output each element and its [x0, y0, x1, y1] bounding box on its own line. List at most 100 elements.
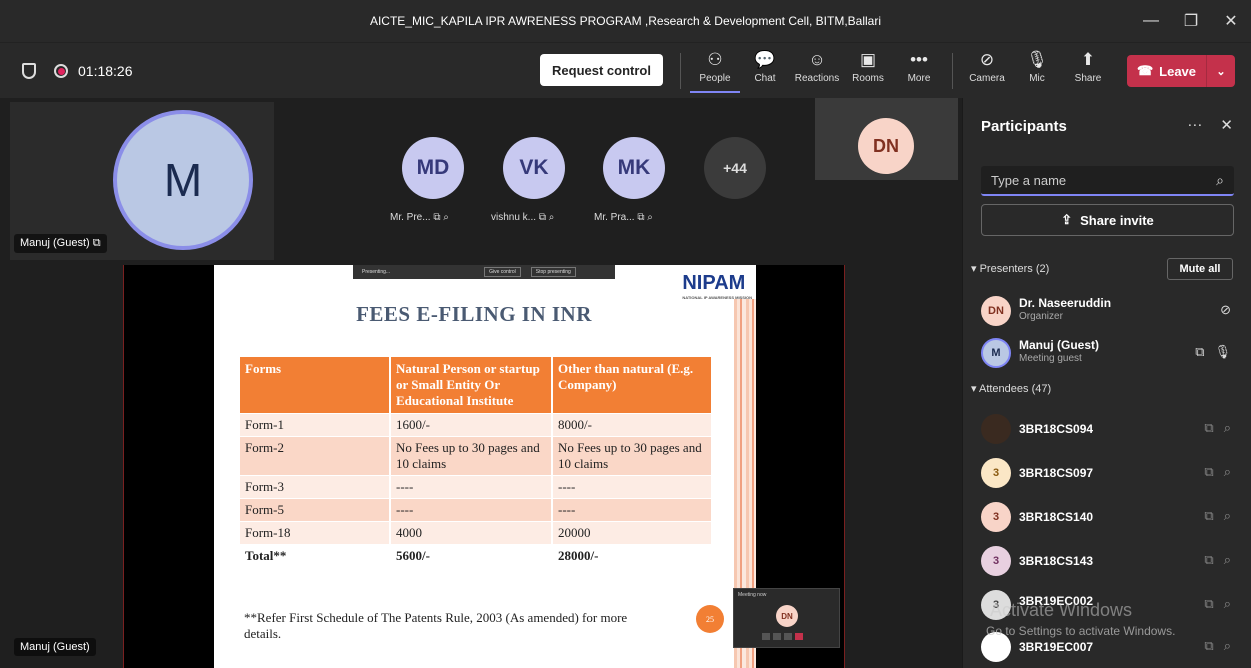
presenting-label: Presenting... — [362, 269, 391, 275]
mic-icon: ⌕ — [548, 212, 555, 223]
more-icon: ••• — [910, 50, 928, 69]
mic-off-icon: ⊘ — [1220, 302, 1231, 317]
request-control-button[interactable]: Request control — [540, 54, 663, 86]
participant-row[interactable]: 3 3BR18CS097 ⧉ ⌕ — [981, 454, 1241, 494]
phone-hangup-icon: ☎ — [1136, 63, 1154, 78]
close-window-button[interactable]: ✕ — [1211, 0, 1251, 42]
meeting-info: 01:18:26 — [22, 43, 133, 99]
avatar: 3 — [981, 458, 1011, 488]
minimize-button[interactable]: — — [1131, 0, 1171, 42]
participant-avatar[interactable]: MD — [402, 137, 464, 199]
recording-icon — [54, 64, 68, 78]
share-icon: ⇪ — [1061, 212, 1073, 227]
self-name-chip: Manuj (Guest) ⧉ — [14, 234, 107, 253]
participant-avatar[interactable]: MK — [603, 137, 665, 199]
reactions-button[interactable]: ☺ Reactions — [792, 49, 842, 93]
participant-row[interactable]: 3 3BR18CS140 ⧉ ⌕ — [981, 498, 1241, 538]
participant-role: Organizer — [1019, 311, 1063, 322]
mini-meeting-label: Meeting now — [738, 592, 767, 598]
panel-title: Participants — [981, 118, 1067, 135]
presenting-bar: Presenting... Give control Stop presenti… — [353, 265, 615, 279]
meeting-toolbar: 01:18:26 Request control ⚇ People 💬 Chat ☺… — [0, 42, 1251, 98]
shield-icon[interactable] — [22, 63, 36, 79]
more-options-icon[interactable]: ··· — [1187, 116, 1202, 134]
mic-icon: ⧉ ⌕ — [1204, 508, 1231, 523]
meeting-timer: 01:18:26 — [78, 63, 133, 79]
avatar: M — [981, 338, 1011, 368]
window-controls: — ❐ ✕ — [1131, 0, 1251, 42]
attendees-section[interactable]: ▾ Attendees (47) — [971, 382, 1051, 395]
mic-icon: ⧉ ⌕ — [1204, 596, 1231, 611]
share-button[interactable]: ⬆ Share — [1063, 49, 1113, 93]
divider — [952, 53, 953, 89]
screen-share-icon: ⧉ — [1195, 344, 1205, 359]
share-invite-button[interactable]: ⇪ Share invite — [981, 204, 1234, 236]
participant-name: Manuj (Guest) — [1019, 338, 1099, 352]
mic-icon: ⌕ — [443, 212, 449, 223]
mini-avatar: DN — [776, 605, 798, 627]
mic-button[interactable]: 🎙 Mic — [1012, 49, 1062, 93]
screen-share-icon: ⧉ — [92, 237, 101, 249]
nipam-logo: NIPAM NATIONAL IP AWARENESS MISSION — [682, 272, 752, 300]
reactions-icon: ☺ — [808, 50, 826, 69]
participant-name: vishnu k... ⧉ ⌕ — [491, 212, 555, 223]
participant-row[interactable]: 3 3BR18CS143 ⧉ ⌕ — [981, 542, 1241, 582]
search-placeholder: Type a name — [991, 173, 1067, 188]
overflow-participants[interactable]: +44 — [704, 137, 766, 199]
search-input[interactable]: Type a name ⌕ — [981, 166, 1234, 196]
maximize-button[interactable]: ❐ — [1171, 0, 1211, 42]
participant-row[interactable]: M Manuj (Guest) Meeting guest ⧉ 🎙 — [981, 334, 1241, 374]
table-row: Form-2 No Fees up to 30 pages and 10 clai… — [240, 436, 713, 476]
total-row: Total** 5600/- 28000/- — [240, 544, 713, 567]
self-name: Manuj (Guest) — [20, 237, 90, 249]
participant-name: Dr. Naseeruddin — [1019, 296, 1112, 310]
share-label: Share — [1074, 73, 1102, 84]
panel-controls: ··· ✕ — [1187, 116, 1233, 134]
mic-icon: ⧉ ⌕ — [1204, 420, 1231, 435]
more-label: More — [907, 73, 931, 84]
give-control-button[interactable]: Give control — [484, 267, 521, 277]
chevron-down-icon[interactable]: ⌄ — [1207, 65, 1235, 78]
share-icon: ⬆ — [1080, 50, 1096, 69]
mic-off-icon: 🎙 — [1026, 50, 1048, 69]
mic-icon — [773, 633, 781, 640]
slide-footnote: **Refer First Schedule of The Patents Ru… — [244, 610, 628, 641]
participant-name: 3BR19EC007 — [1019, 640, 1094, 654]
share-icon — [784, 633, 792, 640]
participant-row[interactable]: DN Dr. Naseeruddin Organizer ⊘ — [981, 292, 1241, 332]
mic-icon: ⧉ ⌕ — [1204, 552, 1231, 567]
people-label: People — [699, 73, 731, 84]
hand-icon: ⧉ — [538, 212, 546, 223]
chat-icon: 💬 — [754, 50, 776, 69]
camera-icon — [762, 633, 770, 640]
participant-name: 3BR18CS140 — [1019, 510, 1094, 524]
avatar: 3 — [981, 502, 1011, 532]
stop-presenting-button[interactable]: Stop presenting — [530, 267, 576, 277]
participant-row[interactable]: 3BR18CS094 ⧉ ⌕ — [981, 410, 1241, 450]
table-header: Forms Natural Person or startup or Small… — [240, 357, 713, 414]
rooms-button[interactable]: ▣ Rooms — [843, 49, 893, 93]
mic-icon: ⌕ — [647, 212, 653, 223]
table-row: Form-5 ---- ---- — [240, 498, 713, 522]
people-button[interactable]: ⚇ People — [690, 49, 740, 93]
more-button[interactable]: ••• More — [894, 49, 944, 93]
table-row: Form-18 4000 20000 — [240, 521, 713, 545]
mini-meeting-window[interactable]: Meeting now DN — [733, 588, 840, 648]
presenters-section[interactable]: ▾ Presenters (2) — [971, 262, 1049, 275]
close-icon[interactable]: ✕ — [1220, 116, 1233, 134]
leave-button[interactable]: ☎ Leave ⌄ — [1127, 55, 1235, 87]
rooms-icon: ▣ — [859, 50, 877, 69]
mic-icon: ⧉ ⌕ — [1204, 464, 1231, 479]
mini-controls — [762, 633, 803, 640]
participant-avatar[interactable]: VK — [503, 137, 565, 199]
search-icon: ⌕ — [1216, 172, 1224, 188]
presentation-slide: Presenting... Give control Stop presenti… — [214, 265, 756, 668]
header-other: Other than natural (E.g. Company) — [552, 357, 713, 414]
chat-button[interactable]: 💬 Chat — [740, 49, 790, 93]
mute-all-button[interactable]: Mute all — [1167, 258, 1233, 280]
slide-page-number: 25 — [696, 605, 724, 633]
camera-button[interactable]: ⊘ Camera — [962, 49, 1012, 93]
mic-label: Mic — [1029, 73, 1045, 84]
fees-table: Forms Natural Person or startup or Small… — [240, 357, 713, 567]
participants-panel: Participants ··· ✕ Type a name ⌕ ⇪ Share in… — [962, 98, 1251, 668]
